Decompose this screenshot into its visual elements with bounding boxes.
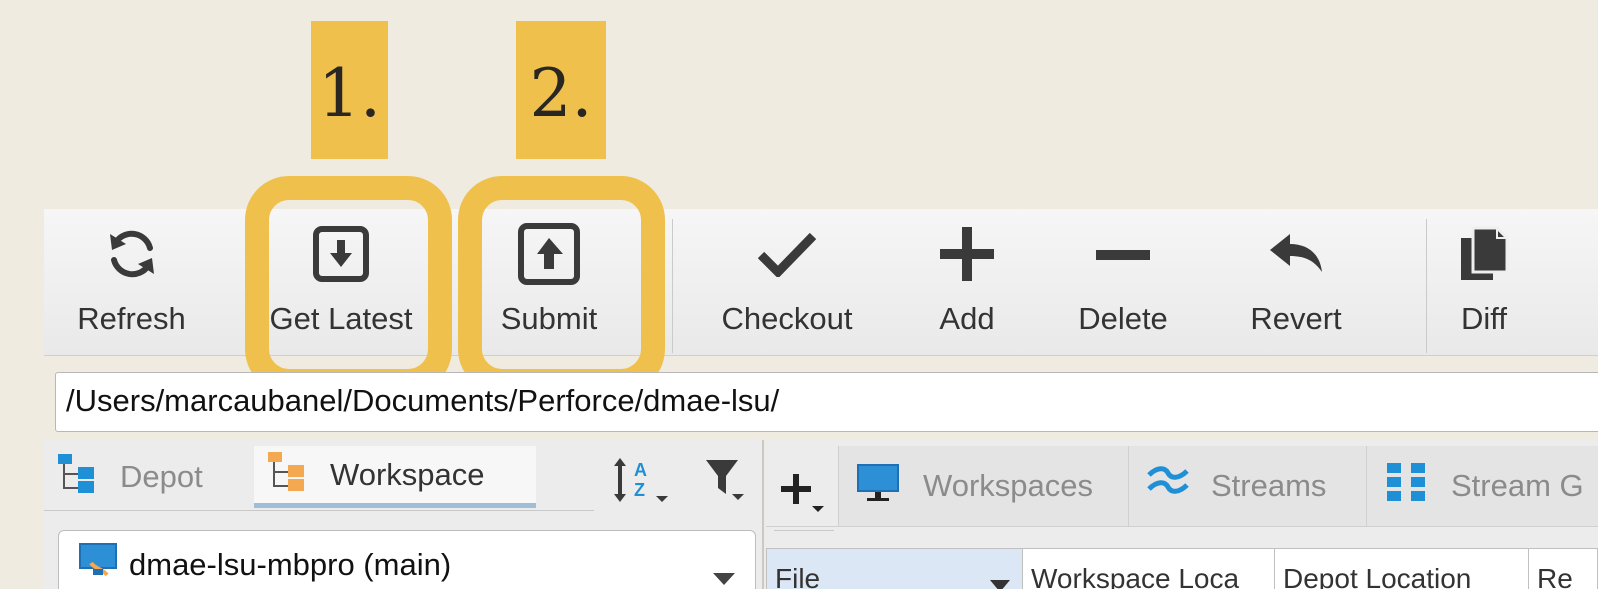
tab-stream-graph[interactable]: Stream G (1366, 446, 1598, 526)
tab-divider (766, 526, 1598, 527)
step-1-label: 1. (311, 21, 388, 159)
stream-graph-icon (1385, 461, 1429, 511)
svg-text:Z: Z (634, 480, 645, 500)
diff-icon (1459, 226, 1509, 287)
delete-button[interactable]: Delete (1068, 209, 1178, 356)
refresh-button[interactable]: Refresh (64, 209, 199, 356)
tab-stream-graph-label: Stream G (1451, 468, 1584, 503)
refresh-icon (104, 226, 160, 287)
revert-button[interactable]: Revert (1236, 209, 1356, 356)
tab-depot[interactable]: Depot (58, 446, 203, 508)
workspace-dropdown-value: dmae-lsu-mbpro (main) (129, 547, 452, 582)
checkout-label: Checkout (721, 301, 853, 336)
submit-icon (517, 222, 581, 291)
checkout-button[interactable]: Checkout (712, 209, 862, 356)
column-header-workspace-location[interactable]: Workspace Loca (1023, 549, 1275, 589)
chevron-down-icon (713, 557, 735, 589)
workspace-dropdown[interactable]: dmae-lsu-mbpro (main) (58, 530, 756, 589)
workspace-path-field[interactable]: /Users/marcaubanel/Documents/Perforce/dm… (55, 372, 1598, 432)
svg-text:A: A (634, 460, 647, 480)
tab-workspace-label: Workspace (330, 456, 485, 492)
tab-workspace[interactable]: Workspace (254, 446, 536, 508)
get-latest-button[interactable]: Get Latest (262, 209, 420, 356)
toolbar-separator (672, 219, 673, 353)
delete-label: Delete (1078, 301, 1168, 336)
tab-divider (44, 510, 594, 511)
sort-az-icon[interactable]: AZ (612, 456, 674, 509)
toolbar-separator (1426, 219, 1427, 353)
add-label: Add (939, 301, 995, 336)
revert-label: Revert (1250, 301, 1342, 336)
main-toolbar: Refresh Get Latest Submit Checkout Add D… (44, 209, 1598, 356)
checkmark-icon (757, 231, 817, 282)
right-pane: Workspaces Streams Stream G File Workspa… (766, 440, 1598, 589)
tab-divider (774, 530, 834, 531)
submit-label: Submit (500, 301, 598, 336)
column-file-label: File (775, 563, 821, 589)
add-button[interactable]: Add (922, 209, 1012, 356)
chevron-down-icon (990, 567, 1010, 589)
filter-icon[interactable] (704, 458, 748, 507)
diff-label: Diff (1461, 301, 1507, 336)
tab-workspaces[interactable]: Workspaces (838, 446, 1128, 526)
file-table-header: File Workspace Loca Depot Location Re (766, 548, 1598, 589)
plus-icon (940, 226, 994, 286)
tab-streams[interactable]: Streams (1128, 446, 1366, 526)
tab-depot-label: Depot (120, 459, 203, 494)
step-2-label: 2. (516, 21, 606, 159)
get-latest-icon (312, 225, 370, 288)
minus-icon (1096, 247, 1150, 265)
diff-button[interactable]: Diff (1444, 209, 1524, 356)
revert-icon (1268, 233, 1324, 279)
column-header-re[interactable]: Re (1529, 549, 1598, 589)
monitor-icon (855, 462, 901, 510)
workspace-tree-icon (268, 450, 310, 500)
workspace-icon (77, 539, 121, 589)
get-latest-label: Get Latest (269, 301, 413, 336)
depot-tree-icon (58, 452, 100, 502)
submit-button[interactable]: Submit (484, 209, 614, 356)
refresh-label: Refresh (77, 301, 186, 336)
add-tab-button[interactable] (780, 460, 826, 517)
tab-workspaces-label: Workspaces (923, 468, 1093, 503)
tab-streams-label: Streams (1211, 468, 1327, 503)
column-header-file[interactable]: File (767, 549, 1023, 589)
column-header-depot-location[interactable]: Depot Location (1275, 549, 1529, 589)
tree-pane: Depot Workspace AZ dmae-lsu-mbpro (main) (44, 440, 764, 589)
streams-icon (1147, 465, 1189, 507)
